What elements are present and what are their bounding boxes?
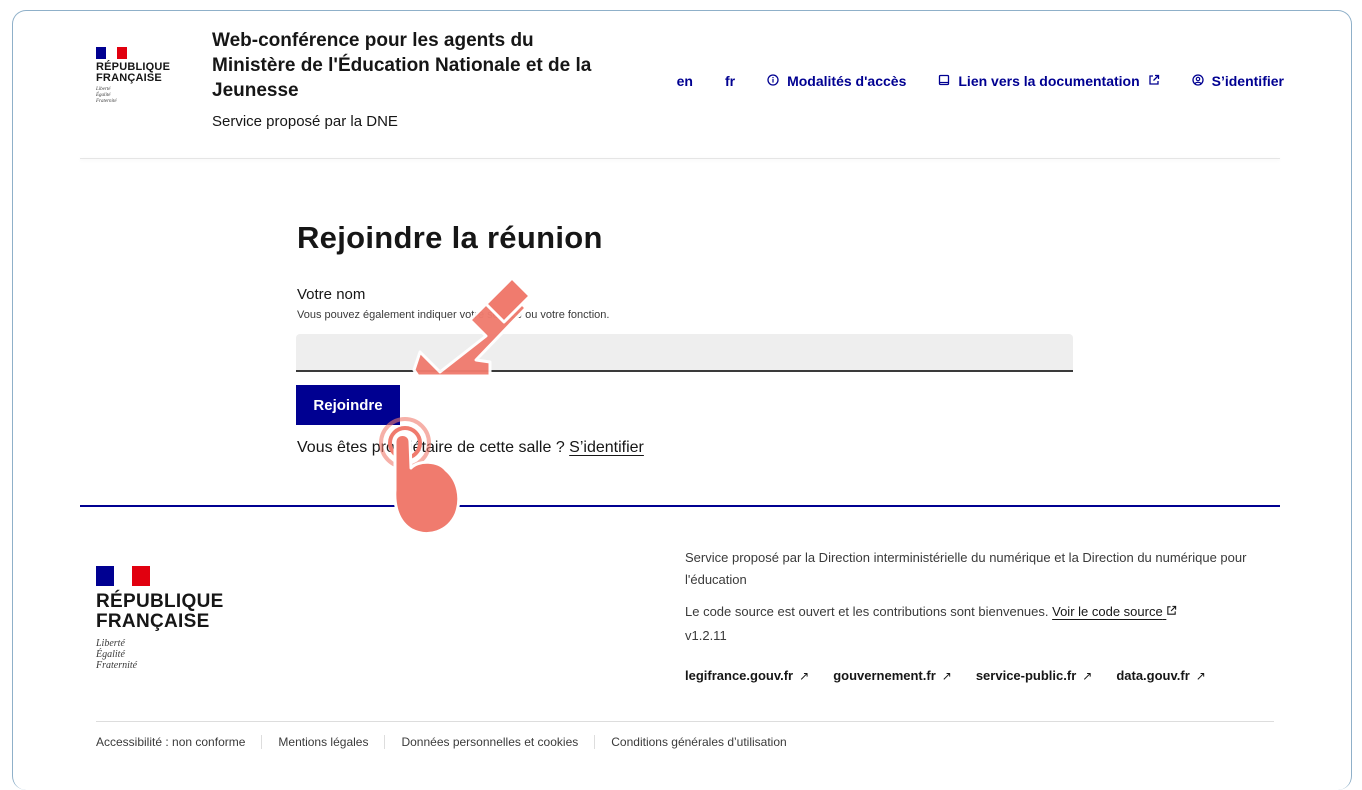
footer-logo-motto: Liberté Égalité Fraternité: [96, 638, 224, 671]
legifrance-link[interactable]: legifrance.gouv.fr ↗: [685, 668, 809, 683]
lang-fr-link[interactable]: fr: [725, 73, 735, 89]
footer-description: Service proposé par la Direction intermi…: [685, 547, 1255, 623]
privacy-link[interactable]: Données personnelles et cookies: [384, 735, 594, 749]
login-label: S’identifier: [1211, 73, 1284, 89]
owner-text: Vous êtes propriétaire de cette salle ?: [297, 439, 570, 456]
join-button[interactable]: Rejoindre: [296, 385, 400, 425]
owner-login-line: Vous êtes propriétaire de cette salle ? …: [297, 439, 644, 457]
service-title[interactable]: Web-conférence pour les agents du Minist…: [212, 28, 612, 103]
external-link-icon: [1166, 604, 1177, 619]
lang-fr-label: fr: [724, 73, 736, 89]
name-field-label: Votre nom: [297, 286, 366, 303]
access-link[interactable]: Modalités d'accès: [767, 73, 906, 89]
info-circle-icon: [767, 73, 779, 89]
footer-links: legifrance.gouv.fr ↗ gouvernement.fr ↗ ser…: [685, 668, 1230, 683]
footer-logo-line-2: FRANÇAISE: [96, 611, 210, 632]
lang-en-label: en: [676, 73, 693, 89]
footer-bottom-links: Accessibilité : non conforme Mentions lé…: [96, 735, 803, 749]
footer-desc-service: Service proposé par la Direction intermi…: [685, 550, 1247, 587]
header-nav: en fr Modalités d'accès Lien vers la doc…: [677, 73, 1284, 89]
external-link-icon: [1148, 74, 1160, 89]
gouvernement-label: gouvernement.fr: [833, 668, 936, 683]
footer-motto-liberte: Liberté: [96, 638, 125, 649]
data-gouv-label: data.gouv.fr: [1116, 668, 1190, 683]
name-field-hint: Vous pouvez également indiquer votre ser…: [297, 309, 610, 321]
motto-fraternite: Fraternité: [96, 99, 117, 104]
accessibility-link[interactable]: Accessibilité : non conforme: [96, 735, 261, 749]
footer-bottom-divider: [96, 721, 1274, 722]
marianne-flag-icon: [96, 47, 127, 59]
footer-desc-source: Le code source est ouvert et les contrib…: [685, 604, 1053, 619]
footer-motto-fraternite: Fraternité: [96, 660, 138, 671]
header-divider: [80, 158, 1280, 159]
docs-link[interactable]: Lien vers la documentation: [938, 73, 1159, 89]
external-link-icon: ↗: [1082, 668, 1093, 683]
external-link-icon: ↗: [799, 668, 810, 683]
docs-label: Lien vers la documentation: [958, 73, 1140, 89]
footer-logo-line-1: RÉPUBLIQUE: [96, 591, 224, 612]
marianne-flag-icon: [96, 566, 150, 586]
external-link-icon: ↗: [1195, 668, 1206, 683]
gouvernement-link[interactable]: gouvernement.fr ↗: [833, 668, 952, 683]
book-icon: [938, 74, 950, 89]
footer-motto-egalite: Égalité: [96, 649, 125, 660]
external-link-icon: ↗: [941, 668, 952, 683]
logo-line-2: FRANÇAISE: [96, 72, 162, 84]
account-circle-icon: [1191, 73, 1204, 89]
name-input[interactable]: [296, 334, 1073, 372]
header-logo[interactable]: RÉPUBLIQUE FRANÇAISE Liberté Égalité Fra…: [96, 47, 170, 105]
login-link[interactable]: S’identifier: [1191, 73, 1284, 89]
terms-link[interactable]: Conditions générales d’utilisation: [594, 735, 802, 749]
logo-motto: Liberté Égalité Fraternité: [96, 87, 170, 105]
source-code-label: Voir le code source: [1052, 604, 1163, 619]
data-gouv-link[interactable]: data.gouv.fr ↗: [1116, 668, 1206, 683]
source-code-link[interactable]: Voir le code source: [1052, 604, 1177, 619]
page-title: Rejoindre la réunion: [297, 220, 603, 255]
app-version: v1.2.11: [685, 628, 727, 643]
footer-divider: [80, 505, 1280, 507]
legifrance-label: legifrance.gouv.fr: [685, 668, 794, 683]
legal-notice-link[interactable]: Mentions légales: [261, 735, 384, 749]
service-tagline: Service proposé par la DNE: [212, 113, 398, 130]
access-label: Modalités d'accès: [787, 73, 907, 89]
service-public-link[interactable]: service-public.fr ↗: [976, 668, 1093, 683]
footer-logo[interactable]: RÉPUBLIQUE FRANÇAISE Liberté Égalité Fra…: [96, 566, 224, 671]
lang-en-link[interactable]: en: [677, 73, 693, 89]
service-public-label: service-public.fr: [975, 668, 1077, 683]
owner-login-link[interactable]: S’identifier: [569, 439, 644, 456]
